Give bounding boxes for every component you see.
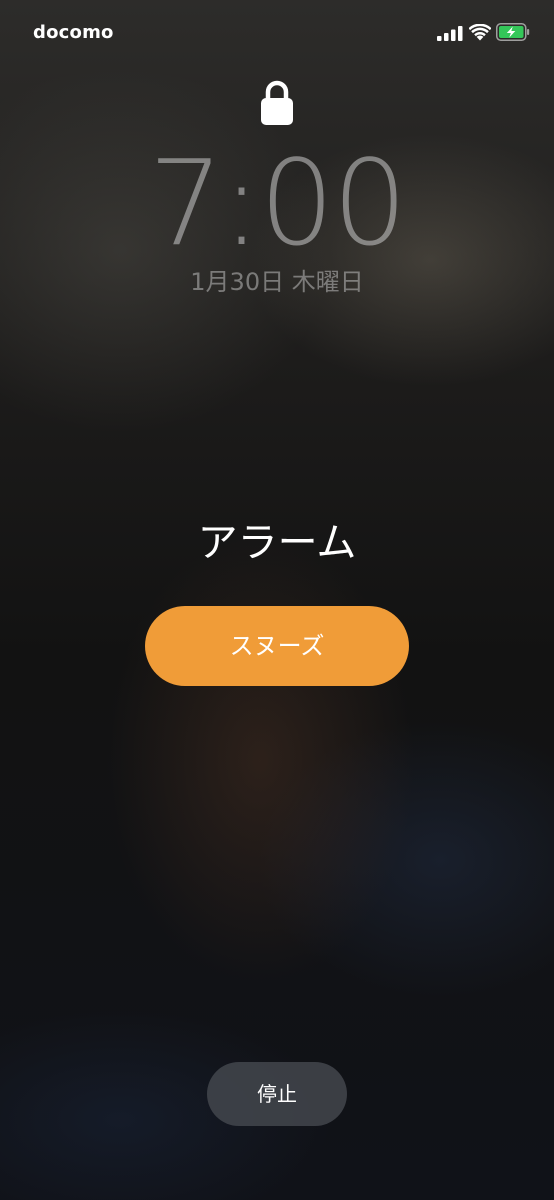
wifi-icon xyxy=(469,24,491,41)
battery-charging-icon xyxy=(496,23,530,41)
clock-date: 1月30日 木曜日 xyxy=(190,268,364,296)
lock-icon xyxy=(261,80,293,125)
snooze-button[interactable]: スヌーズ xyxy=(145,606,409,686)
alarm-title: アラーム xyxy=(197,520,357,566)
carrier-name: docomo xyxy=(33,22,114,43)
stop-button[interactable]: 停止 xyxy=(207,1062,347,1126)
status-bar: docomo xyxy=(0,0,554,70)
cellular-signal-icon xyxy=(437,26,463,41)
clock-time: 7:00 xyxy=(148,134,408,272)
